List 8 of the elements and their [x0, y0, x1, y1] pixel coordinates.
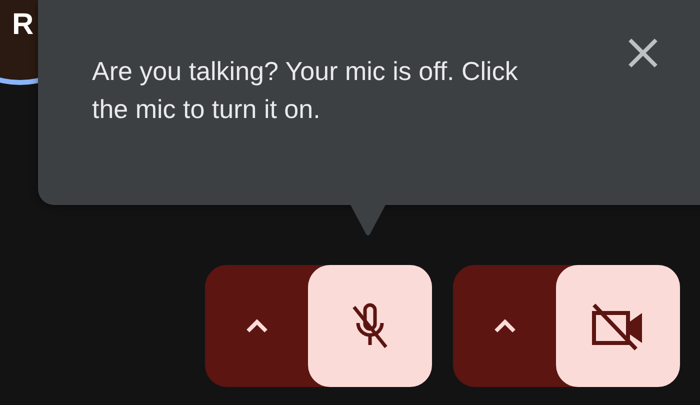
caret-icon	[492, 319, 516, 333]
participant-initial: R	[12, 8, 34, 42]
caret-icon	[244, 319, 268, 333]
microphone-off-icon	[350, 301, 390, 351]
mic-toggle-button[interactable]	[308, 265, 432, 387]
close-icon	[626, 36, 660, 70]
camera-toggle-button[interactable]	[556, 265, 680, 387]
tooltip-message: Are you talking? Your mic is off. Click the mic to turn it on.	[92, 55, 519, 126]
